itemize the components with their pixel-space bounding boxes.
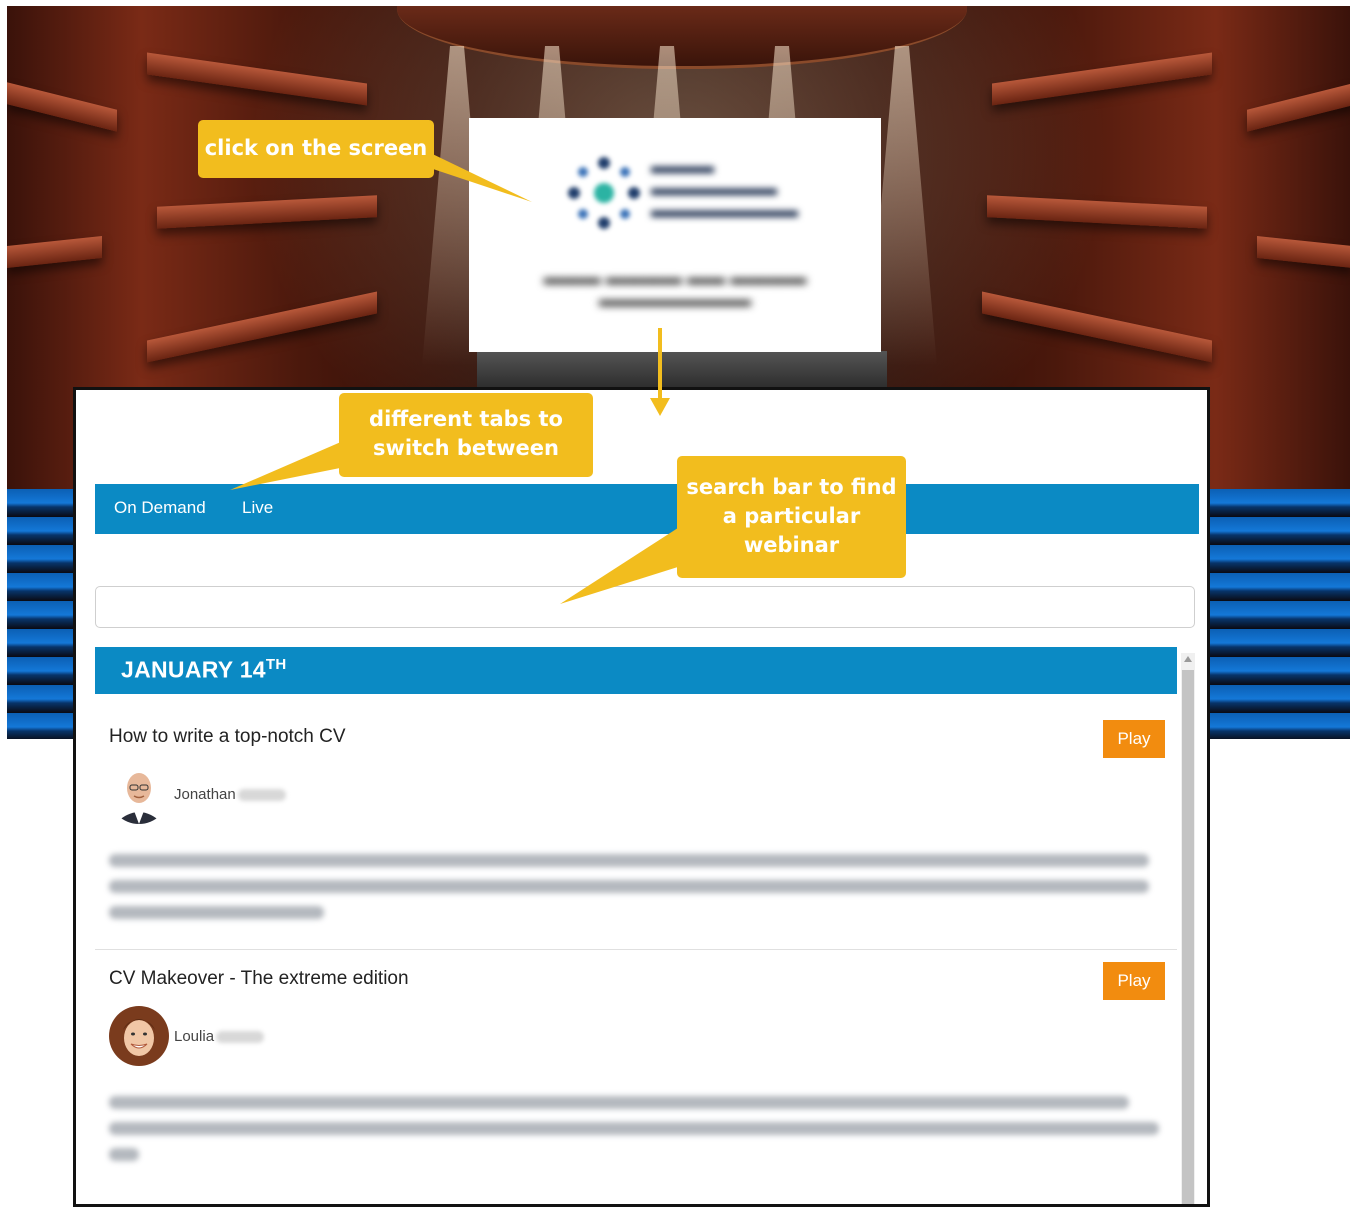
wall-panel [992,52,1212,106]
event-logo-icon [568,157,640,229]
callout-tabs-line: switch between [373,436,559,460]
callout-search: search bar to find a particular webinar [677,456,906,578]
wall-panel [1257,236,1350,268]
avatar [109,764,169,824]
wall-panel [7,82,117,132]
speaker-surname-redacted [216,1031,265,1044]
wall-panel [982,291,1212,363]
wall-panel [1247,82,1350,132]
session-description [109,1122,1159,1135]
callout-tabs: different tabs to switch between [339,393,593,477]
speaker-surname-redacted [237,789,286,802]
session-description [109,1096,1129,1109]
date-label: JANUARY 14TH [121,656,287,683]
session-description [109,880,1149,893]
divider [95,949,1177,950]
session-description [109,854,1149,867]
session-title: How to write a top-notch CV [109,726,346,747]
callout-search-line: search bar to find [686,475,897,499]
wall-panel [147,291,377,363]
play-button[interactable]: Play [1103,962,1165,1000]
callout-pointer [420,148,532,202]
tab-on-demand[interactable]: On Demand [114,498,206,518]
wall-panel [987,195,1207,229]
callout-pointer [560,526,681,604]
speaker-photo [109,764,169,824]
session-title: CV Makeover - The extreme edition [109,968,409,989]
wall-panel [7,236,102,268]
stage [477,351,887,391]
date-header: JANUARY 14TH [95,647,1177,694]
ceiling-arc [397,6,967,69]
avatar [109,1006,169,1066]
callout-tabs-line: different tabs to [369,407,563,431]
wall-panel [157,195,377,229]
speaker-name: Loulia [174,1028,265,1045]
session-description [109,906,324,919]
callout-click-screen: click on the screen [198,120,434,178]
session-description [109,1148,139,1161]
callout-search-line: a particular [722,504,861,528]
view-sessions-link[interactable]: ▬▬▬ ▬▬▬▬ ▬▬ ▬▬▬▬ ▬▬▬▬▬▬▬▬ [469,268,881,312]
callout-search-line: webinar [743,533,840,557]
callout-pointer [230,438,350,490]
event-logo-wordmark: ▬▬▬ ▬▬▬▬▬▬ ▬▬▬▬▬▬▬ [651,155,798,222]
webinar-panel: On Demand Live JANUARY 14TH How to write… [73,387,1210,1207]
wall-panel [147,52,367,106]
scrollbar-thumb[interactable] [1182,670,1194,1204]
scroll-up-icon[interactable] [1184,656,1192,662]
tab-live[interactable]: Live [242,498,273,518]
scrollbar[interactable] [1181,653,1195,1204]
arrow-down-icon [650,328,670,416]
play-button[interactable]: Play [1103,720,1165,758]
speaker-name: Jonathan [174,786,286,803]
speaker-photo [109,1006,169,1066]
